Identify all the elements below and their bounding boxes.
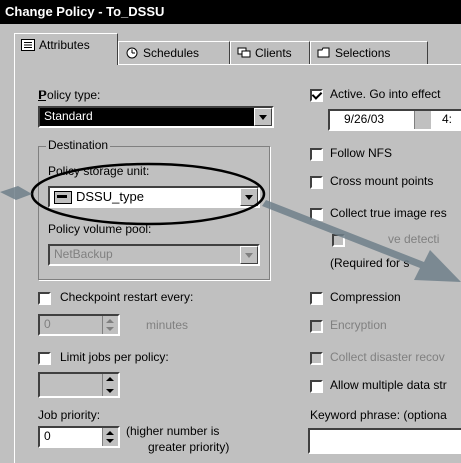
tab-attributes[interactable]: Attributes [14,33,118,65]
list-icon [21,36,35,51]
tab-attributes-label: Attributes [39,38,90,52]
annotation-overlay [0,162,461,282]
arrow-left-icon [0,186,32,200]
highlight-ellipse [30,162,266,226]
arrow-right-icon [262,200,461,282]
